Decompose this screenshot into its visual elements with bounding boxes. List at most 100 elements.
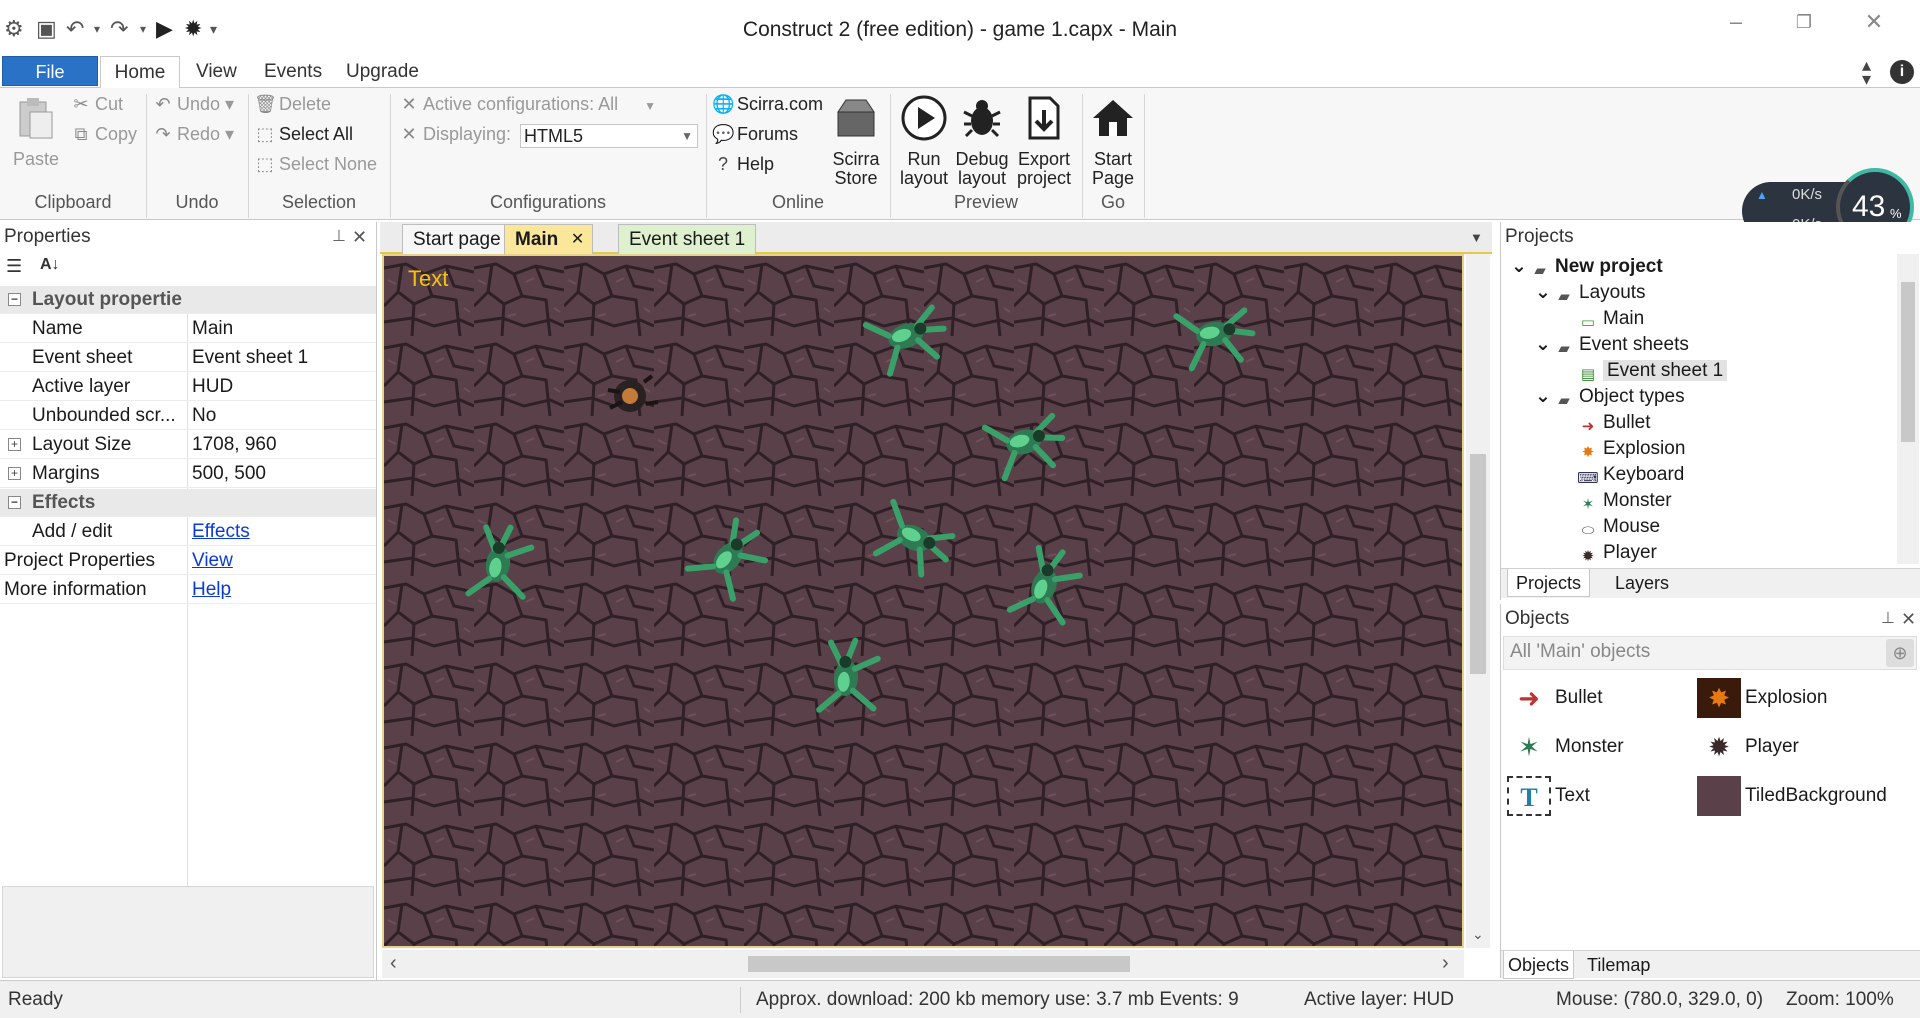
tab-view[interactable]: View bbox=[186, 56, 247, 88]
layout-canvas[interactable]: Text bbox=[382, 254, 1464, 948]
canvas-horizontal-scrollbar[interactable]: ‹ › bbox=[382, 950, 1464, 978]
select-none-button[interactable]: ⬚ Select None bbox=[254, 154, 377, 175]
object-item[interactable]: T Text bbox=[1507, 776, 1590, 820]
tab-projects[interactable]: Projects bbox=[1507, 569, 1591, 597]
undo-button[interactable]: ↶ Undo ▾ bbox=[152, 94, 234, 115]
displaying-select[interactable]: HTML5 ▼ bbox=[520, 124, 698, 148]
tree-item[interactable]: ✸ Explosion bbox=[1559, 436, 1686, 462]
tree-expander-icon[interactable]: ⌄ bbox=[1535, 280, 1553, 306]
scroll-right-icon[interactable]: › bbox=[1442, 952, 1449, 975]
property-category[interactable]: − Effects bbox=[0, 489, 376, 517]
property-row[interactable]: Name Main bbox=[0, 315, 376, 343]
object-item[interactable]: ✶ Monster bbox=[1507, 727, 1624, 771]
delete-button[interactable]: 🗑 Delete bbox=[254, 94, 331, 115]
minimize-icon[interactable]: – bbox=[1716, 10, 1756, 34]
help-link[interactable]: ? Help bbox=[712, 154, 774, 175]
property-row[interactable]: + Margins 500, 500 bbox=[0, 460, 376, 488]
objects-filter-bar[interactable]: All 'Main' objects ⊕ bbox=[1503, 636, 1917, 670]
tab-layers[interactable]: Layers bbox=[1611, 569, 1673, 597]
tree-item[interactable]: ⌄ ▰ Event sheets bbox=[1535, 332, 1689, 358]
export-project-button[interactable]: Export project bbox=[1012, 94, 1076, 188]
collapse-icon[interactable]: − bbox=[8, 293, 21, 306]
pin-icon[interactable]: ⊥ bbox=[1881, 604, 1895, 634]
redo-button[interactable]: ↷ Redo ▾ bbox=[152, 124, 234, 145]
property-value[interactable]: No bbox=[192, 402, 216, 430]
property-row[interactable]: + Layout Size 1708, 960 bbox=[0, 431, 376, 459]
tab-list-dropdown-icon[interactable]: ▼ bbox=[1470, 230, 1483, 245]
horizontal-scroll-thumb[interactable] bbox=[748, 956, 1130, 972]
scroll-down-icon[interactable]: ⌄ bbox=[1472, 926, 1484, 943]
debug-layout-button[interactable]: Debug layout bbox=[954, 94, 1010, 188]
canvas-text-object[interactable]: Text bbox=[408, 266, 448, 292]
tab-home[interactable]: Home bbox=[100, 56, 180, 89]
scroll-left-icon[interactable]: ‹ bbox=[390, 952, 397, 975]
property-row[interactable]: Active layer HUD bbox=[0, 373, 376, 401]
tab-event-sheet[interactable]: Event sheet 1 bbox=[618, 224, 757, 254]
run-layout-button[interactable]: Run layout bbox=[896, 94, 952, 188]
scirra-link[interactable]: 🌐 Scirra.com bbox=[712, 94, 823, 115]
paste-button[interactable]: Paste bbox=[8, 94, 64, 169]
tree-expander-icon[interactable]: ⌄ bbox=[1535, 384, 1553, 410]
active-configurations-dropdown[interactable]: ✕ Active configurations: All ▼ bbox=[398, 94, 656, 115]
close-icon[interactable]: ✕ bbox=[1854, 10, 1894, 34]
expand-icon[interactable]: + bbox=[8, 438, 21, 451]
vertical-scroll-thumb[interactable] bbox=[1470, 454, 1486, 674]
tab-objects[interactable]: Objects bbox=[1503, 951, 1575, 979]
info-icon[interactable]: i bbox=[1890, 60, 1914, 84]
property-row[interactable]: Event sheet Event sheet 1 bbox=[0, 344, 376, 372]
tree-item[interactable]: ⌄ ▰ New project bbox=[1511, 254, 1663, 280]
tree-item[interactable]: ▭ Main bbox=[1559, 306, 1644, 332]
tree-scroll-thumb[interactable] bbox=[1901, 282, 1915, 442]
property-row[interactable]: Unbounded scr... No bbox=[0, 402, 376, 430]
property-row[interactable]: More information Help bbox=[0, 576, 376, 604]
tab-upgrade[interactable]: Upgrade bbox=[336, 56, 429, 88]
object-item[interactable]: ✸ Explosion bbox=[1697, 678, 1827, 722]
tree-item[interactable]: ⌄ ▰ Layouts bbox=[1535, 280, 1646, 306]
tab-events[interactable]: Events bbox=[254, 56, 332, 88]
property-value[interactable]: HUD bbox=[192, 373, 233, 401]
property-row[interactable]: Project Properties View bbox=[0, 547, 376, 575]
close-tab-icon[interactable]: ✕ bbox=[571, 225, 584, 255]
pin-icon[interactable]: ⊥ bbox=[332, 222, 346, 252]
property-value[interactable]: Main bbox=[192, 315, 233, 343]
ribbon-collapse-icon[interactable]: ▴ ▾ bbox=[1862, 56, 1871, 88]
scirra-store-button[interactable]: Scirra Store bbox=[826, 94, 886, 188]
expand-icon[interactable]: + bbox=[8, 467, 21, 480]
property-value[interactable]: 1708, 960 bbox=[192, 431, 277, 459]
copy-button[interactable]: ⧉ Copy bbox=[70, 124, 137, 145]
object-item[interactable]: TiledBackground bbox=[1697, 776, 1887, 820]
property-link[interactable]: Effects bbox=[192, 518, 250, 546]
tab-main[interactable]: Main ✕ bbox=[504, 224, 594, 255]
tree-item[interactable]: ✶ Monster bbox=[1559, 488, 1672, 514]
object-item[interactable]: ➜ Bullet bbox=[1507, 678, 1602, 722]
tree-item[interactable]: ▤ Event sheet 1 bbox=[1559, 358, 1728, 384]
object-item[interactable]: ✹ Player bbox=[1697, 727, 1799, 771]
restore-icon[interactable]: ❐ bbox=[1784, 10, 1824, 34]
tree-scrollbar[interactable] bbox=[1897, 254, 1919, 564]
close-icon[interactable]: ✕ bbox=[352, 222, 367, 252]
tab-tilemap[interactable]: Tilemap bbox=[1583, 951, 1654, 979]
property-value[interactable]: Event sheet 1 bbox=[192, 344, 308, 372]
property-value[interactable]: 500, 500 bbox=[192, 460, 266, 488]
property-link[interactable]: View bbox=[192, 547, 233, 575]
tree-item[interactable]: ➜ Bullet bbox=[1559, 410, 1651, 436]
select-all-button[interactable]: ⬚ Select All bbox=[254, 124, 353, 145]
categorized-sort-icon[interactable]: ☰ bbox=[6, 256, 22, 277]
property-row[interactable]: Add / edit Effects bbox=[0, 518, 376, 546]
tree-expander-icon[interactable]: ⌄ bbox=[1511, 254, 1529, 280]
tree-item[interactable]: ⬭ Mouse bbox=[1559, 514, 1660, 540]
tab-file[interactable]: File bbox=[2, 56, 98, 86]
canvas-vertical-scrollbar[interactable]: ⌄ bbox=[1466, 254, 1490, 948]
cut-button[interactable]: ✂ Cut bbox=[70, 94, 123, 115]
tab-start-page[interactable]: Start page bbox=[402, 224, 512, 254]
collapse-icon[interactable]: − bbox=[8, 496, 21, 509]
start-page-button[interactable]: Start Page bbox=[1088, 94, 1138, 188]
tree-item[interactable]: ⌨ Keyboard bbox=[1559, 462, 1684, 488]
add-object-icon[interactable]: ⊕ bbox=[1886, 639, 1914, 667]
forums-link[interactable]: 💬 Forums bbox=[712, 124, 798, 145]
close-icon[interactable]: ✕ bbox=[1901, 604, 1916, 634]
tree-item[interactable]: ✹ Player bbox=[1559, 540, 1657, 566]
tree-expander-icon[interactable]: ⌄ bbox=[1535, 332, 1553, 358]
tree-item[interactable]: ⌄ ▰ Object types bbox=[1535, 384, 1685, 410]
property-link[interactable]: Help bbox=[192, 576, 231, 604]
